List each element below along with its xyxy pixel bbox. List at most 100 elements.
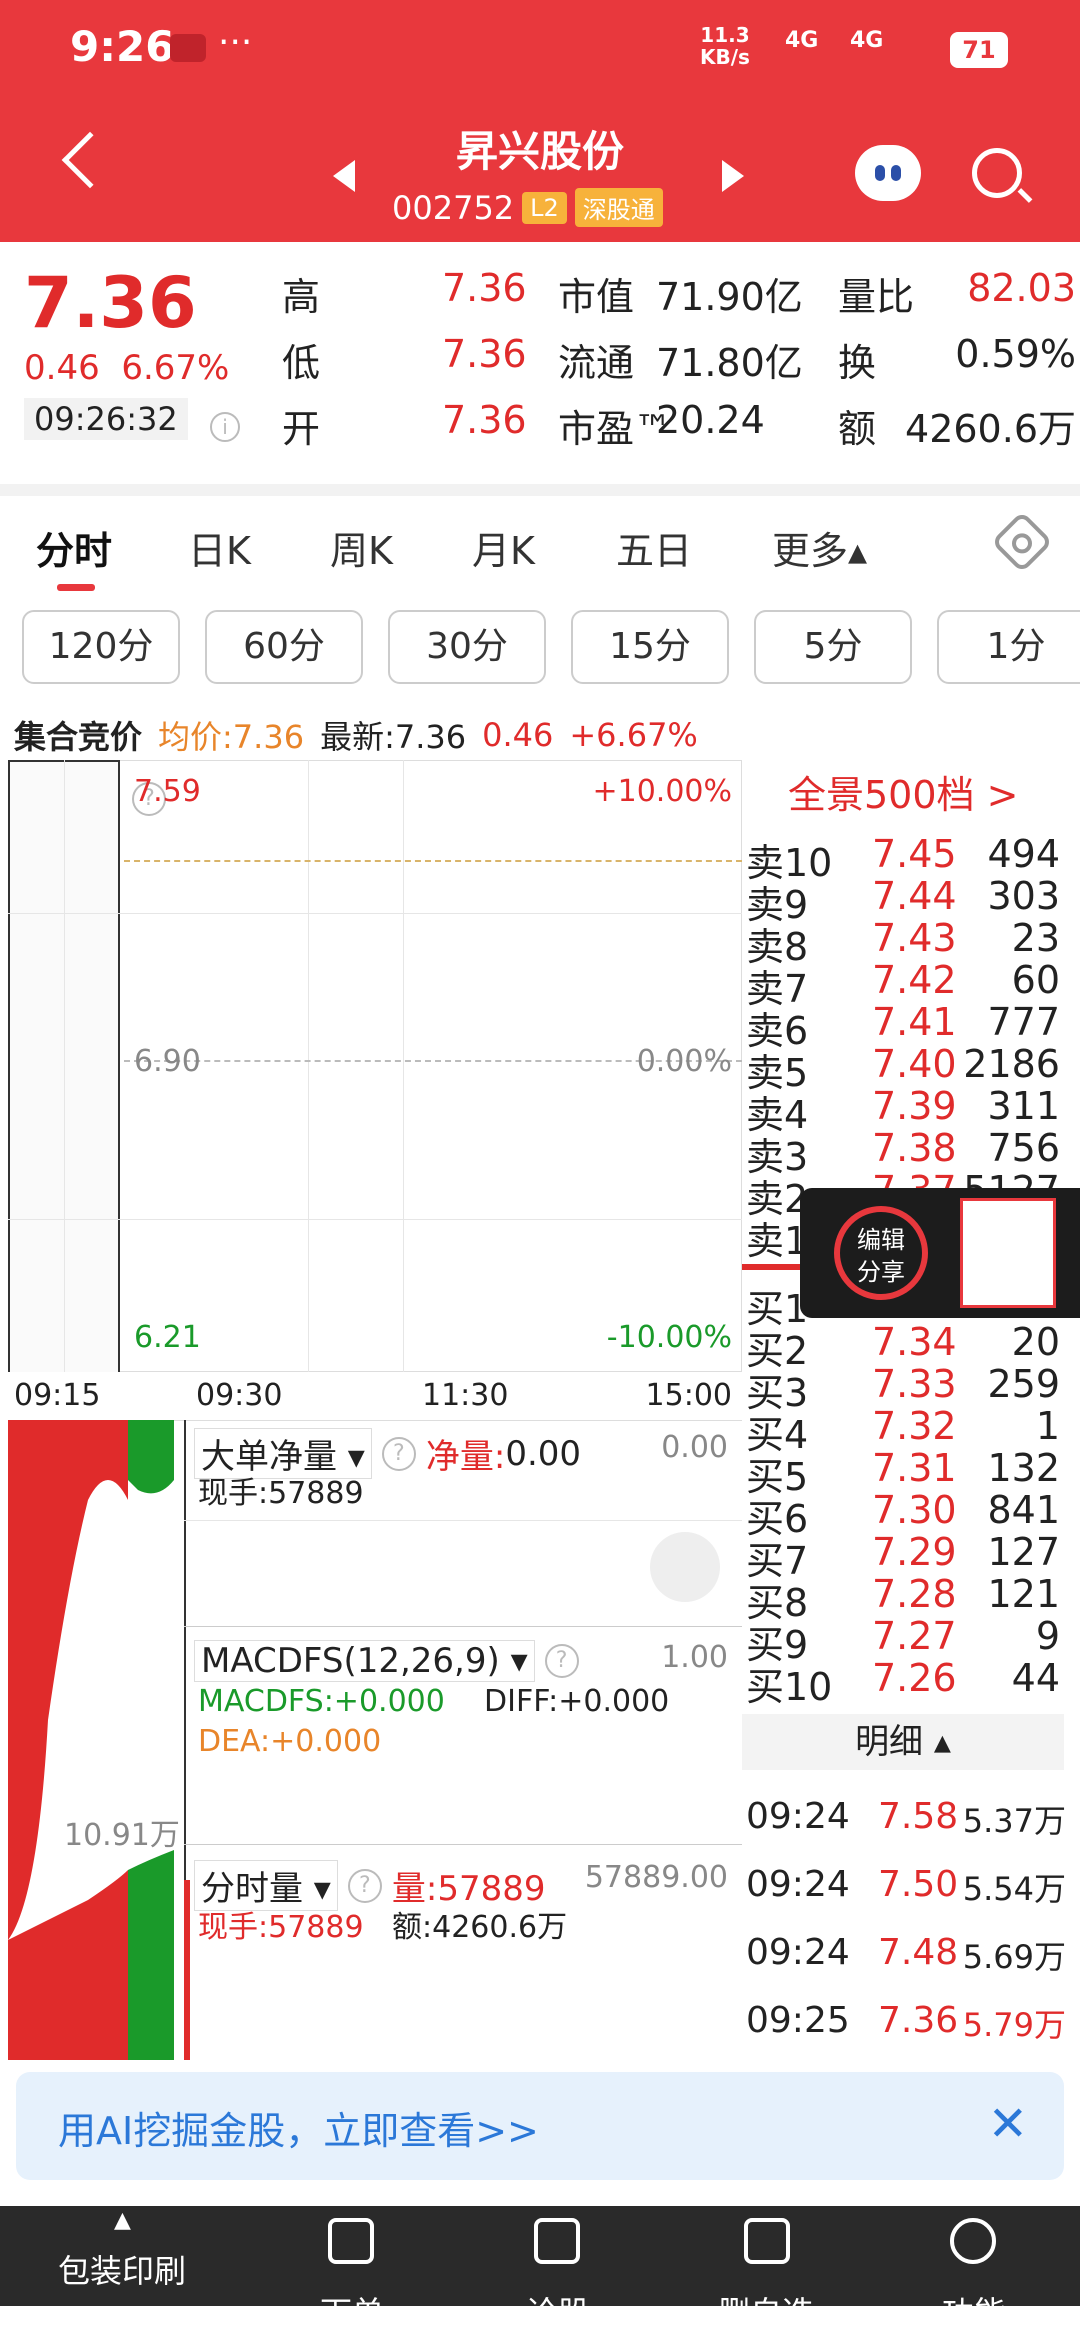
panel1-hand: 现手:57889 [198,1476,364,1511]
avg-price-line [124,860,742,862]
legend-pct: +6.67% [569,716,698,754]
level-volume: 60 [1011,958,1060,1002]
level-price: 7.43 [872,916,957,960]
detail-volume: 5.54万 [962,1870,1066,1908]
quote-value: 7.36 [442,266,527,310]
period-button[interactable]: 60分 [205,610,363,684]
period-button[interactable]: 120分 [22,610,180,684]
ai-robot-icon[interactable] [855,145,921,201]
sell-level-row[interactable]: 卖5 7.40 2186 [746,1042,1066,1095]
quote-value: 20.24 [656,398,765,442]
period-button[interactable]: 30分 [388,610,546,684]
sell-level-row[interactable]: 卖3 7.38 756 [746,1126,1066,1179]
level-price: 7.31 [872,1446,957,1490]
quote-label: 低 [282,341,321,385]
info-icon[interactable]: i [210,412,240,442]
auction-volume-label: 10.91万 [64,1818,180,1853]
tab-4[interactable]: 五日 [616,520,692,575]
function-button[interactable]: 功能 [942,2288,1006,2334]
current-price: 7.36 [24,262,197,344]
share-popup[interactable]: 编辑 分享 [800,1188,1080,1318]
status-time: 9:26 [70,22,175,71]
discuss-button[interactable]: 论股 [526,2288,590,2334]
fullscreen-icon[interactable] [650,1532,720,1602]
level-price: 7.38 [872,1126,957,1170]
level-price: 7.30 [872,1488,957,1532]
sell-level-row[interactable]: 卖9 7.44 303 [746,874,1066,927]
discuss-icon[interactable] [534,2218,580,2264]
buy-level-row[interactable]: 买5 7.31 132 [746,1446,1066,1499]
buy-level-row[interactable]: 买2 7.34 20 [746,1320,1066,1373]
remove-watchlist-button[interactable]: 删自选 [718,2288,814,2334]
tab-5[interactable]: 更多▴ [772,520,867,575]
remove-watchlist-icon[interactable] [744,2218,790,2264]
level-volume: 20 [1011,1320,1060,1364]
screenshot-thumbnail[interactable] [960,1198,1056,1308]
quote-label: 量比 [838,275,915,319]
net-label: 净量: [425,1437,506,1477]
help-icon[interactable]: ? [544,1644,579,1678]
buy-level-row[interactable]: 买9 7.27 9 [746,1614,1066,1667]
function-icon[interactable] [950,2218,996,2264]
sell-level-row[interactable]: 卖8 7.43 23 [746,916,1066,969]
level-price: 7.32 [872,1404,957,1448]
level-price: 7.40 [872,1042,957,1086]
tab-1[interactable]: 日K [188,520,251,575]
sell-level-row[interactable]: 卖7 7.42 60 [746,958,1066,1011]
panel1-scale: 0.00 [661,1430,728,1465]
chart-settings-icon[interactable] [990,510,1054,574]
buy-level-row[interactable]: 买8 7.28 121 [746,1572,1066,1625]
ai-banner[interactable]: 用AI挖掘金股，立即查看>> ✕ [16,2072,1064,2180]
level-volume: 756 [987,1126,1060,1170]
tab-0[interactable]: 分时 [36,520,112,575]
sell-level-row[interactable]: 卖6 7.41 777 [746,1000,1066,1053]
network-speed: 11.3 KB/s [700,23,750,69]
macd-selector[interactable]: MACDFS(12,26,9) ▾ [194,1640,535,1682]
quote-label: 市盈™ [558,407,673,451]
panel2-scale: 1.00 [661,1640,728,1675]
level-price: 7.27 [872,1614,957,1658]
tab-3[interactable]: 月K [472,520,535,575]
sell-level-row[interactable]: 卖10 7.45 494 [746,832,1066,885]
collapse-icon[interactable]: ▲ [114,2208,131,2233]
buy-level-row[interactable]: 买6 7.30 841 [746,1488,1066,1541]
buy-level-row[interactable]: 买4 7.32 1 [746,1404,1066,1457]
quote-label: 额 [838,407,877,451]
order-button[interactable]: 下单 [320,2288,384,2334]
detail-price: 7.48 [878,1932,959,1973]
tab-2[interactable]: 周K [330,520,393,575]
x-label: 09:30 [196,1378,283,1413]
search-icon[interactable] [972,148,1022,198]
sector-link[interactable]: 包装印刷 [58,2246,186,2292]
level-price: 7.45 [872,832,957,876]
detail-header[interactable]: 明细 ▴ [742,1714,1064,1770]
quote-value: 71.90亿 [656,275,803,319]
intraday-chart[interactable]: ? 7.59 6.90 6.21 +10.00% 0.00% -10.00% 0… [8,760,742,2060]
level-label: 卖1 [746,1219,809,1263]
period-button[interactable]: 15分 [571,610,729,684]
close-icon[interactable]: ✕ [988,2096,1028,2152]
quote-label: 高 [282,275,321,319]
order-icon[interactable] [328,2218,374,2264]
full-depth-link[interactable]: 全景500档 > [788,764,1018,819]
edit-share-button[interactable]: 编辑 分享 [834,1206,928,1300]
buy-level-row[interactable]: 买10 7.26 44 [746,1656,1066,1709]
detail-volume: 5.79万 [962,2006,1066,2044]
x-label: 09:15 [14,1378,101,1413]
buy-level-row[interactable]: 买7 7.29 127 [746,1530,1066,1583]
period-button[interactable]: 5分 [754,610,912,684]
banner-text[interactable]: 用AI挖掘金股，立即查看>> [58,2100,539,2155]
sell-level-row[interactable]: 卖4 7.39 311 [746,1084,1066,1137]
more-notifications: ··· [218,22,253,63]
help-icon[interactable]: ? [381,1436,416,1471]
buy-level-row[interactable]: 买3 7.33 259 [746,1362,1066,1415]
period-button[interactable]: 1分 [937,610,1080,684]
stock-code: 002752 [392,188,515,227]
help-icon[interactable]: ? [347,1868,382,1903]
legend-change: 0.46 [482,716,554,754]
panel3-hand: 现手:57889 [198,1910,364,1945]
level-volume: 841 [987,1488,1060,1532]
legend-auction: 集合竞价 [14,718,143,756]
level-price: 7.41 [872,1000,957,1044]
y-mid-label: 6.90 [134,1044,201,1079]
